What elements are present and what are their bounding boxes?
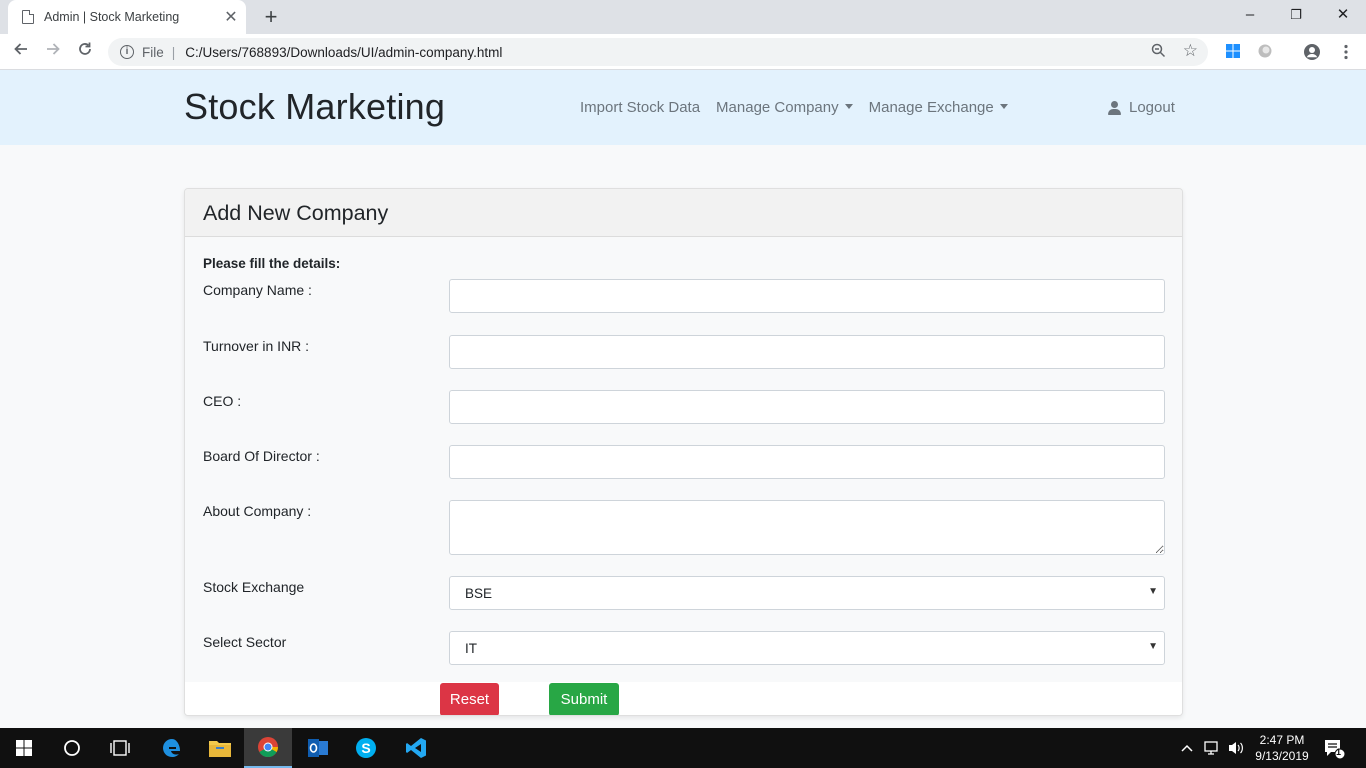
turnover-input[interactable]	[449, 335, 1165, 369]
board-of-director-label: Board Of Director :	[203, 448, 320, 464]
logout-link[interactable]: Logout	[1108, 99, 1175, 116]
stock-exchange-select[interactable]: BSE ▼	[449, 576, 1165, 610]
tray-chevron-up-icon[interactable]	[1180, 728, 1196, 768]
nav-links: Import Stock Data Manage Company Manage …	[572, 99, 1016, 116]
windows-extension-icon[interactable]	[1225, 43, 1243, 61]
select-arrow-icon: ▼	[1148, 586, 1158, 597]
brand-title[interactable]: Stock Marketing	[184, 86, 445, 128]
skype-icon[interactable]: S	[342, 728, 390, 768]
reload-icon[interactable]	[72, 39, 98, 65]
sector-value: IT	[465, 641, 477, 656]
logout-label: Logout	[1129, 99, 1175, 116]
browser-tab-bar: Admin | Stock Marketing ✕ + – ❐ ✕	[0, 0, 1366, 34]
vscode-icon[interactable]	[392, 728, 440, 768]
nav-link-label: Import Stock Data	[580, 99, 701, 116]
nav-link-label: Manage Exchange	[868, 99, 994, 116]
caret-down-icon	[844, 104, 853, 109]
forward-arrow-icon[interactable]	[40, 39, 66, 65]
outlook-icon[interactable]	[294, 728, 342, 768]
clock[interactable]: 2:47 PM 9/13/2019	[1252, 728, 1312, 768]
url-separator: |	[171, 44, 176, 60]
stock-exchange-value: BSE	[465, 586, 493, 601]
board-of-director-input[interactable]	[449, 445, 1165, 479]
windows-start-icon[interactable]	[0, 728, 48, 768]
page-icon	[22, 10, 34, 24]
circle-extension-icon[interactable]	[1257, 43, 1275, 61]
bookmark-star-icon[interactable]: ☆	[1183, 41, 1198, 61]
company-name-label: Company Name :	[203, 282, 312, 298]
nav-manage-company-dropdown[interactable]: Manage Company	[708, 99, 861, 116]
url-text: C:/Users/768893/Downloads/UI/admin-compa…	[185, 44, 503, 60]
about-company-label: About Company :	[203, 503, 312, 519]
info-icon[interactable]: i	[120, 45, 134, 59]
close-tab-icon[interactable]: ✕	[220, 7, 242, 27]
windows-taskbar: S 2:47 PM 9/13/2019 1	[0, 728, 1366, 768]
nav-manage-exchange-dropdown[interactable]: Manage Exchange	[861, 99, 1016, 116]
sector-label: Select Sector	[203, 634, 287, 650]
company-name-input[interactable]	[449, 279, 1165, 313]
browser-tab[interactable]: Admin | Stock Marketing ✕	[8, 0, 246, 34]
chrome-icon[interactable]	[244, 728, 292, 768]
clock-time: 2:47 PM	[1259, 733, 1305, 747]
volume-icon[interactable]	[1227, 728, 1247, 768]
caret-down-icon	[999, 104, 1008, 109]
ceo-label: CEO :	[203, 393, 242, 409]
stock-exchange-label: Stock Exchange	[203, 579, 305, 595]
sector-select[interactable]: IT ▼	[449, 631, 1165, 665]
user-icon	[1108, 100, 1121, 115]
back-arrow-icon[interactable]	[8, 39, 34, 65]
file-explorer-icon[interactable]	[196, 728, 244, 768]
edge-browser-icon[interactable]	[148, 728, 196, 768]
ceo-input[interactable]	[449, 390, 1165, 424]
add-company-card: Add New Company Please fill the details:…	[184, 188, 1183, 716]
about-company-textarea[interactable]	[449, 500, 1165, 555]
menu-kebab-icon[interactable]	[1337, 43, 1355, 61]
address-bar-row: i File | C:/Users/768893/Downloads/UI/ad…	[0, 34, 1366, 70]
cortana-search-icon[interactable]	[48, 728, 96, 768]
url-field[interactable]: i File | C:/Users/768893/Downloads/UI/ad…	[108, 38, 1208, 66]
profile-icon[interactable]	[1303, 43, 1321, 61]
new-tab-button[interactable]: +	[258, 4, 284, 30]
card-footer	[185, 682, 1182, 715]
svg-text:S: S	[361, 740, 370, 756]
select-arrow-icon: ▼	[1148, 641, 1158, 652]
nav-import-stock-data[interactable]: Import Stock Data	[572, 99, 708, 116]
nav-link-label: Manage Company	[716, 99, 839, 116]
turnover-label: Turnover in INR :	[203, 338, 310, 354]
form-intro: Please fill the details:	[203, 256, 341, 271]
action-center-icon[interactable]: 1	[1322, 728, 1352, 768]
notification-count: 1	[1336, 747, 1342, 757]
reset-button[interactable]: Reset	[440, 683, 499, 715]
app-navbar: Stock Marketing Import Stock Data Manage…	[0, 70, 1366, 145]
restore-window-button[interactable]: ❐	[1273, 0, 1319, 30]
card-title: Add New Company	[185, 189, 1182, 237]
clock-date: 9/13/2019	[1255, 749, 1309, 763]
network-icon[interactable]	[1203, 728, 1223, 768]
tab-title: Admin | Stock Marketing	[44, 10, 180, 24]
submit-button[interactable]: Submit	[549, 683, 619, 715]
zoom-icon[interactable]	[1151, 43, 1166, 62]
url-scheme: File	[142, 44, 164, 60]
task-view-icon[interactable]	[96, 728, 144, 768]
close-window-button[interactable]: ✕	[1320, 0, 1366, 30]
minimize-window-button[interactable]: –	[1227, 0, 1273, 30]
